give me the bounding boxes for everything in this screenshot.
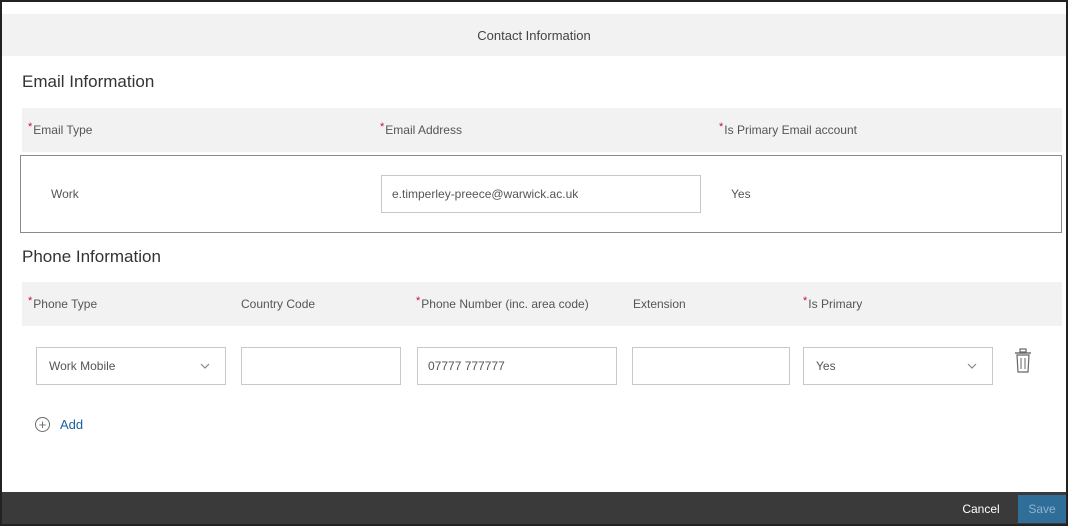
email-section-title: Email Information — [22, 72, 155, 91]
required-marker: * — [803, 295, 808, 307]
required-marker: * — [416, 295, 421, 307]
email-address-input[interactable] — [381, 175, 701, 213]
email-address-header: * Email Address — [380, 121, 462, 137]
email-primary-header: * Is Primary Email account — [719, 121, 857, 137]
email-header-row: * Email Type * Email Address * Is Primary E… — [22, 108, 1062, 152]
email-primary-value: Yes — [731, 187, 751, 201]
phone-type-selected: Work Mobile — [49, 359, 116, 373]
email-type-value: Work — [51, 187, 79, 201]
plus-circle-icon: + — [35, 417, 50, 432]
required-marker: * — [28, 121, 33, 133]
email-type-header: * Email Type — [28, 121, 93, 137]
trash-icon[interactable] — [1013, 348, 1033, 374]
cancel-button[interactable]: Cancel — [946, 492, 1016, 524]
country-code-header: Country Code — [241, 297, 316, 311]
dialog-title-bar: Contact Information — [2, 14, 1066, 56]
required-marker: * — [28, 295, 33, 307]
required-marker: * — [719, 121, 724, 133]
phone-header-row: * Phone Type Country Code * Phone Number (… — [22, 282, 1062, 326]
phone-number-header: * Phone Number (inc. area code) — [416, 295, 589, 311]
required-marker: * — [380, 121, 385, 133]
chevron-down-icon — [967, 363, 977, 369]
dialog-footer: Cancel Save — [2, 492, 1066, 524]
phone-primary-selected: Yes — [816, 359, 836, 373]
add-phone-button[interactable]: + Add — [35, 417, 83, 432]
phone-type-header: * Phone Type — [28, 295, 98, 311]
dialog-title: Contact Information — [477, 27, 591, 43]
phone-section-title: Phone Information — [22, 247, 161, 266]
email-row: Work Yes — [20, 155, 1062, 233]
phone-primary-select[interactable]: Yes — [803, 347, 993, 385]
country-code-input[interactable] — [241, 347, 401, 385]
extension-header: Extension — [633, 297, 686, 311]
phone-type-select[interactable]: Work Mobile — [36, 347, 226, 385]
chevron-down-icon — [200, 363, 210, 369]
add-label: Add — [60, 417, 84, 432]
phone-primary-header: * Is Primary — [803, 295, 863, 311]
phone-number-input[interactable] — [417, 347, 617, 385]
contact-information-dialog: Contact Information Email Information * E… — [0, 0, 1068, 526]
extension-input[interactable] — [632, 347, 790, 385]
save-button[interactable]: Save — [1018, 495, 1066, 523]
